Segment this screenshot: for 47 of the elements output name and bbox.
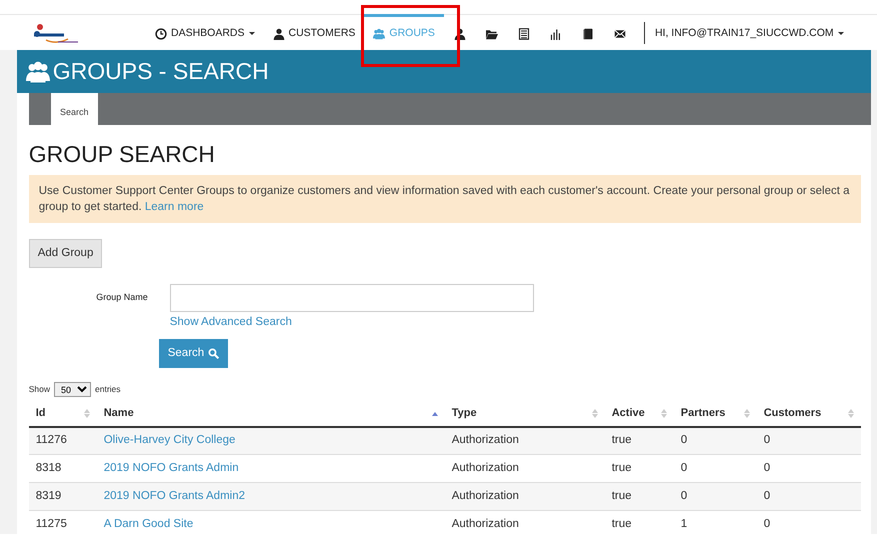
entries-label: entries [95, 383, 121, 396]
field-label: Group Name [95, 291, 149, 304]
table-cell: 0 [680, 434, 688, 446]
table-cell: 0 [764, 490, 770, 502]
table-cell: true [612, 490, 632, 502]
search-icon [208, 348, 220, 360]
table-cell: 0 [680, 490, 688, 502]
table-cell: 1 [680, 518, 688, 530]
nav-link[interactable]: DASHBOARDS [146, 14, 264, 50]
table-cell: 0 [680, 462, 688, 474]
bar-chart-icon [550, 28, 562, 40]
table-cell: Authorization [452, 490, 519, 502]
add-group-button[interactable]: Add Group [28, 238, 102, 268]
person-icon [454, 28, 466, 40]
group-link[interactable]: A Darn Good Site [104, 518, 194, 530]
group-name-field[interactable] [170, 284, 534, 312]
page-heading: GROUP SEARCH [28, 141, 216, 169]
group-link[interactable]: 2019 NOFO Grants Admin [104, 462, 239, 474]
page-size-select[interactable]: 50 [54, 382, 91, 398]
page-title: GROUPS - SEARCH [52, 57, 269, 86]
user-menu[interactable]: HI, INFO@TRAIN17_SIUCCWD.COM [648, 14, 853, 50]
folder-icon [486, 28, 498, 40]
tab[interactable]: Search [50, 93, 98, 125]
table-cell: true [612, 434, 632, 446]
table-cell: 11275 [36, 518, 67, 530]
person-icon [272, 28, 285, 40]
info-alert: Use Customer Support Center Groups to organize customers and view information saved with each customer's account. Create your personal group or select a group to get started. Learn more [28, 174, 862, 223]
table-cell: Authorization [452, 434, 519, 446]
table-cell: true [612, 518, 632, 530]
table-cell: 0 [764, 462, 770, 474]
table-cell: Authorization [452, 462, 519, 474]
table-cell: Authorization [452, 518, 519, 530]
people-icon [373, 28, 386, 40]
table-cell: true [612, 462, 632, 474]
form-icon [518, 28, 530, 40]
envelope-icon [614, 28, 626, 40]
table-cell: 8318 [36, 462, 62, 474]
clock-icon [155, 28, 167, 40]
advanced-search-link[interactable]: Show Advanced Search [170, 314, 292, 332]
table-cell: 11276 [36, 434, 67, 446]
table-cell: 8319 [36, 490, 62, 502]
book-icon [582, 28, 594, 40]
table-cell: 0 [764, 518, 770, 530]
entries-label: Show [28, 383, 50, 396]
nav-link[interactable]: CUSTOMERS [264, 14, 364, 50]
table-cell: 0 [764, 434, 770, 446]
search-button[interactable]: Search [158, 339, 228, 368]
